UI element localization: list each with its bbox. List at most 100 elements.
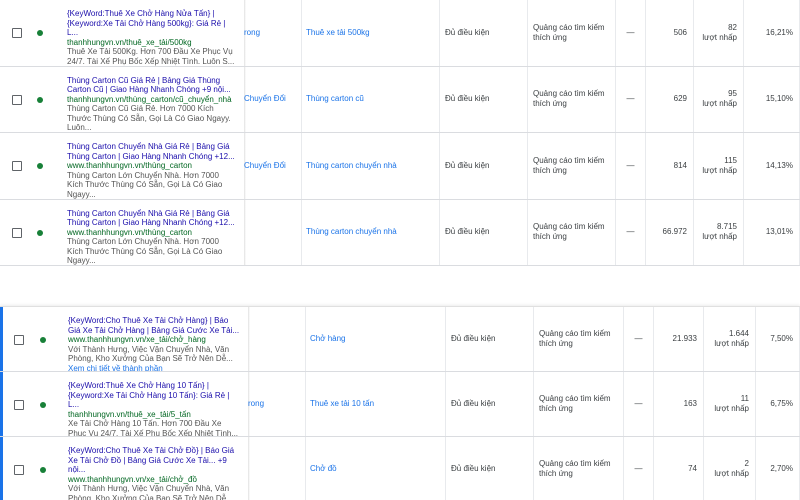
cell-clicks: 1.644 lượt nhấp xyxy=(704,307,756,371)
keyword-text[interactable]: Thuê xe tải 10 tấn xyxy=(310,399,374,409)
row-checkbox[interactable] xyxy=(12,28,22,39)
cell-dash: — xyxy=(616,199,646,265)
row-checkbox[interactable] xyxy=(14,334,24,345)
status-dot-icon xyxy=(37,163,43,170)
ctr-text: 6,75% xyxy=(770,399,793,408)
ad-headline[interactable]: {KeyWord:Cho Thuê Xe Tải Chở Đồ} | Báo G… xyxy=(68,446,240,475)
impr-text: 163 xyxy=(683,399,697,408)
adgroup-text[interactable]: Chuyển Đổi xyxy=(244,94,286,104)
cell-clicks: 95 lượt nhấp xyxy=(694,66,744,132)
ad-url: thanhhungvn.vn/thuê_xe_tải/500kg xyxy=(67,37,192,47)
cell-type: Quảng cáo tìm kiếm thích ứng xyxy=(534,437,624,500)
cell-adgroup[interactable] xyxy=(248,437,306,500)
ad-url: www.thanhhungvn.vn/thùng_carton xyxy=(67,161,192,170)
table-row: {KeyWord:Thuê Xe Chở Hàng Nửa Tấn} | {Ke… xyxy=(0,0,800,67)
clicks-count: 11 xyxy=(740,394,749,403)
cell-dash: — xyxy=(624,437,654,500)
ctr-text: 13,01% xyxy=(765,227,793,237)
ads-table-top: {KeyWord:Thuê Xe Chở Hàng Nửa Tấn} | {Ke… xyxy=(0,0,800,268)
dash-text: — xyxy=(626,27,635,37)
cell-adgroup[interactable] xyxy=(248,307,306,371)
cell-adgroup[interactable]: rong xyxy=(248,372,306,436)
impr-text: 66.972 xyxy=(662,227,687,237)
ad-headline[interactable]: {KeyWord:Thuê Xe Chở Hàng Nửa Tấn} | {Ke… xyxy=(67,9,237,38)
ad-description: Thùng Carton Lớn Chuyển Nhà. Hơn 7000 Kí… xyxy=(67,237,223,265)
row-checkbox[interactable] xyxy=(12,161,22,172)
ad-headline[interactable]: {KeyWord:Cho Thuê Xe Tải Chở Hàng} | Báo… xyxy=(68,316,240,335)
cell-status: Đủ điều kiện xyxy=(446,437,534,500)
dash-text: — xyxy=(634,334,643,343)
ctr-text: 16,21% xyxy=(765,27,793,37)
cell-ctr: 13,01% xyxy=(744,199,800,265)
clicks-value: 1.644 lượt nhấp xyxy=(704,329,755,349)
clicks-count: 82 xyxy=(728,22,737,32)
impr-text: 629 xyxy=(673,94,687,104)
ad-description: Thùng Carton Cũ Giá Rẻ. Hơn 7000 Kích Th… xyxy=(67,104,231,132)
ad-url: www.thanhhungvn.vn/thùng_carton xyxy=(67,227,192,237)
keyword-text[interactable]: Chở đồ xyxy=(310,464,337,474)
type-text: Quảng cáo tìm kiếm thích ứng xyxy=(539,459,611,478)
cell-keyword[interactable]: Thuê xe tải 10 tấn xyxy=(306,372,446,436)
cell-keyword[interactable]: Thùng carton chuyển nhà xyxy=(302,199,440,265)
ad-description: Với Thành Hưng, Việc Vận Chuyển Nhà, Văn… xyxy=(68,344,233,364)
ad-preview: {KeyWord:Cho Thuê Xe Tải Chở Đồ} | Báo G… xyxy=(68,446,240,500)
cell-status: Đủ điều kiện xyxy=(446,372,534,436)
cell-keyword[interactable]: Chở đồ xyxy=(306,437,446,500)
cell-keyword[interactable]: Thùng carton cũ xyxy=(302,66,440,132)
row-checkbox[interactable] xyxy=(14,399,24,410)
ads-table-bottom: {KeyWord:Cho Thuê Xe Tải Chở Hàng} | Báo… xyxy=(0,306,800,500)
cell-keyword[interactable]: Chở hàng xyxy=(306,307,446,371)
clicks-unit: lượt nhấp xyxy=(702,32,737,42)
clicks-unit: lượt nhấp xyxy=(702,232,737,242)
ad-headline[interactable]: Thùng Carton Chuyển Nhà Giá Rẻ | Bảng Gi… xyxy=(67,142,237,161)
status-text: Đủ điều kiện xyxy=(445,227,490,237)
adgroup-text[interactable]: rong xyxy=(248,399,264,409)
keyword-text[interactable]: Thùng carton chuyển nhà xyxy=(306,161,397,171)
cell-adgroup[interactable]: Chuyển Đổi xyxy=(244,66,302,132)
status-dot-icon xyxy=(37,229,43,236)
ad-headline[interactable]: Thùng Carton Chuyển Nhà Giá Rẻ | Bảng Gi… xyxy=(67,209,237,228)
cell-dash: — xyxy=(616,0,646,66)
table-row: Thùng Carton Cũ Giá Rẻ | Bảng Giá Thùng … xyxy=(0,66,800,133)
cell-status: Đủ điều kiện xyxy=(440,0,528,66)
clicks-value: 2 lượt nhấp xyxy=(704,459,755,479)
type-text: Quảng cáo tìm kiếm thích ứng xyxy=(533,155,605,175)
ad-description: Xe Tải Chở Hàng 10 Tấn. Hơn 700 Đầu Xe P… xyxy=(68,419,239,436)
cell-dash: — xyxy=(624,372,654,436)
cell-keyword[interactable]: Thuê xe tải 500kg xyxy=(302,0,440,66)
cell-type: Quảng cáo tìm kiếm thích ứng xyxy=(528,199,616,265)
keyword-text[interactable]: Thuê xe tải 500kg xyxy=(306,28,370,38)
ctr-text: 14,13% xyxy=(765,160,793,170)
cell-clicks: 115 lượt nhấp xyxy=(694,133,744,199)
row-checkbox[interactable] xyxy=(14,464,24,475)
adgroup-text[interactable]: Chuyển Đổi xyxy=(244,161,286,171)
ad-headline[interactable]: {KeyWord:Thuê Xe Chở Hàng 10 Tấn} | {Key… xyxy=(68,381,240,410)
cell-keyword[interactable]: Thùng carton chuyển nhà xyxy=(302,133,440,199)
status-dot-icon xyxy=(37,30,43,37)
status-dot-icon xyxy=(37,96,43,103)
cell-ctr: 14,13% xyxy=(744,133,800,199)
cell-dash: — xyxy=(616,66,646,132)
clicks-unit: lượt nhấp xyxy=(714,404,749,413)
adgroup-text[interactable]: rong xyxy=(244,28,260,38)
ad-details-link[interactable]: Xem chi tiết về thành phần xyxy=(68,364,240,372)
keyword-text[interactable]: Thùng carton chuyển nhà xyxy=(306,227,397,237)
status-dot-icon xyxy=(40,336,46,343)
row-checkbox[interactable] xyxy=(12,227,22,238)
ad-url: thanhhungvn.vn/thùng_carton/cũ_chuyển_nh… xyxy=(67,94,232,104)
ctr-text: 15,10% xyxy=(765,94,793,104)
type-text: Quảng cáo tìm kiếm thích ứng xyxy=(539,329,611,348)
type-text: Quảng cáo tìm kiếm thích ứng xyxy=(533,222,605,242)
keyword-text[interactable]: Thùng carton cũ xyxy=(306,94,364,104)
ad-preview: Thùng Carton Chuyển Nhà Giá Rẻ | Bảng Gi… xyxy=(67,142,237,199)
cell-clicks: 82 lượt nhấp xyxy=(694,0,744,66)
cell-adgroup[interactable] xyxy=(244,199,302,265)
keyword-text[interactable]: Chở hàng xyxy=(310,334,346,344)
cell-impr: 66.972 xyxy=(646,199,694,265)
cell-adgroup[interactable]: rong xyxy=(244,0,302,66)
clicks-count: 95 xyxy=(728,89,737,99)
cell-adgroup[interactable]: Chuyển Đổi xyxy=(244,133,302,199)
ad-headline[interactable]: Thùng Carton Cũ Giá Rẻ | Bảng Giá Thùng … xyxy=(67,76,237,95)
row-checkbox[interactable] xyxy=(12,94,22,105)
cell-status: Đủ điều kiện xyxy=(446,307,534,371)
